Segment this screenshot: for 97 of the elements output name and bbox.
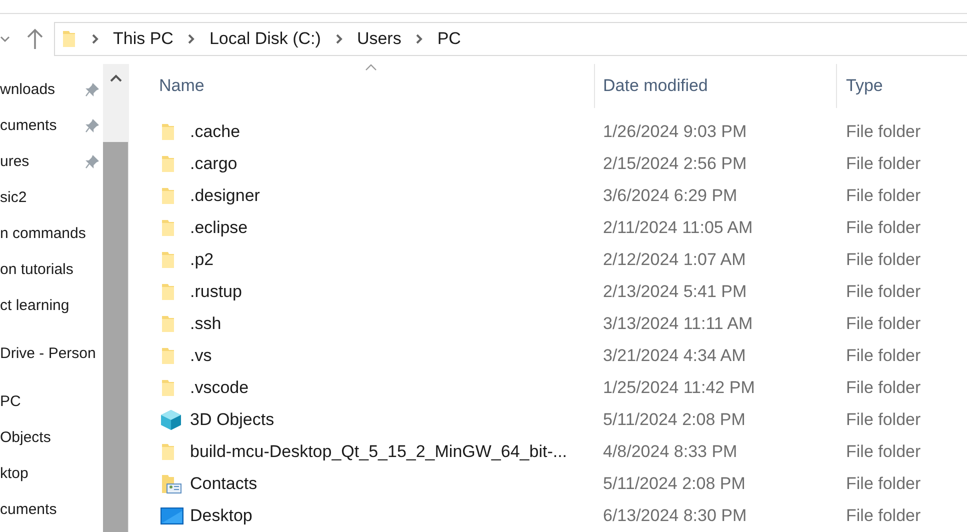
file-row[interactable]: Contacts 5/11/2024 2:08 PM File folder (133, 468, 967, 500)
folder-icon (160, 122, 176, 142)
folder-icon (61, 29, 77, 49)
folder-icon (160, 378, 176, 398)
breadcrumb-item[interactable]: Local Disk (C:) (209, 26, 321, 52)
file-row[interactable]: .eclipse 2/11/2024 11:05 AM File folder (133, 212, 967, 244)
pin-icon (85, 155, 99, 169)
file-name: .cargo (190, 153, 238, 176)
address-bar[interactable]: This PC Local Disk (C:) Users PC (54, 22, 967, 56)
file-row[interactable]: .p2 2/12/2024 1:07 AM File folder (133, 244, 967, 276)
sidebar-item[interactable]: sic2 (0, 186, 27, 210)
file-name: .vs (190, 345, 212, 368)
sidebar-item[interactable]: n commands (0, 222, 86, 246)
file-row[interactable]: 3D Objects 5/11/2024 2:08 PM File folder (133, 404, 967, 436)
folder-icon (160, 250, 176, 270)
desktop-icon (160, 506, 184, 526)
cube-icon (160, 409, 182, 431)
type-cell-text: File folder (845, 409, 921, 432)
file-name: Contacts (190, 473, 258, 496)
folder-icon (160, 186, 176, 206)
date-cell-text: 3/13/2024 11:11 AM (602, 313, 754, 336)
type-cell-text: File folder (845, 313, 921, 336)
sidebar-item[interactable]: PC (0, 390, 21, 414)
sidebar-item[interactable]: cuments (0, 498, 57, 522)
column-header[interactable]: Type (836, 64, 967, 108)
scrollbar-thumb[interactable] (103, 142, 128, 532)
sidebar-item[interactable]: cuments (0, 114, 57, 138)
file-name: .vscode (190, 377, 249, 400)
pin-icon (85, 119, 99, 133)
folder-icon (160, 154, 176, 174)
file-name: Desktop (190, 505, 252, 528)
file-row[interactable]: Desktop 6/13/2024 8:30 PM File folder (133, 500, 967, 532)
sidebar-item[interactable]: ktop (0, 462, 28, 486)
folder-icon (160, 314, 176, 334)
date-cell-text: 2/13/2024 5:41 PM (602, 281, 748, 304)
folder-icon (160, 282, 176, 302)
date-cell-text: 1/26/2024 9:03 PM (602, 121, 748, 144)
scroll-up-icon[interactable] (110, 74, 122, 82)
date-cell-text: 5/11/2024 2:08 PM (602, 409, 746, 432)
type-cell-text: File folder (845, 185, 921, 208)
date-cell-text: 4/8/2024 8:33 PM (602, 441, 738, 464)
sidebar-item[interactable]: ures (0, 150, 30, 174)
type-cell-text: File folder (845, 377, 921, 400)
contacts-folder-icon (160, 473, 182, 495)
date-cell-text: 2/15/2024 2:56 PM (602, 153, 748, 176)
file-row[interactable]: .cargo 2/15/2024 2:56 PM File folder (133, 148, 967, 180)
chevron-right-icon (334, 34, 343, 44)
type-cell-text: File folder (845, 153, 921, 176)
folder-icon (160, 346, 176, 366)
date-cell-text: 2/12/2024 1:07 AM (602, 249, 747, 272)
date-cell-text: 2/11/2024 11:05 AM (602, 217, 754, 240)
file-row[interactable]: .designer 3/6/2024 6:29 PM File folder (133, 180, 967, 212)
breadcrumb-item[interactable]: This PC (113, 26, 174, 52)
up-arrow-icon[interactable] (26, 28, 44, 50)
file-name: .designer (190, 185, 260, 208)
file-name: .cache (190, 121, 240, 144)
file-name: .rustup (190, 281, 242, 304)
file-row[interactable]: .ssh 3/13/2024 11:11 AM File folder (133, 308, 967, 340)
file-name: .p2 (190, 249, 214, 272)
type-cell-text: File folder (845, 281, 921, 304)
date-cell-text: 3/21/2024 4:34 AM (602, 345, 747, 368)
file-name: .eclipse (190, 217, 248, 240)
type-cell-text: File folder (845, 505, 921, 528)
breadcrumb-item[interactable]: Users (356, 26, 402, 52)
chevron-right-icon (187, 34, 196, 44)
pin-icon (85, 83, 99, 97)
sidebar-item[interactable]: Objects (0, 426, 51, 450)
folder-icon (160, 442, 176, 462)
file-row[interactable]: .cache 1/26/2024 9:03 PM File folder (133, 116, 967, 148)
date-cell-text: 3/6/2024 6:29 PM (602, 185, 738, 208)
breadcrumb-item[interactable]: PC (437, 26, 461, 52)
sidebar-item[interactable]: on tutorials (0, 258, 74, 282)
file-row[interactable]: build-mcu-Desktop_Qt_5_15_2_MinGW_64_bit-... 4/8/2024 8:33 PM File folder (133, 436, 967, 468)
sidebar-item[interactable]: wnloads (0, 78, 56, 102)
sidebar-item[interactable]: ct learning (0, 294, 70, 318)
date-cell-text: 1/25/2024 11:42 PM (602, 377, 756, 400)
dropdown-chevron-icon[interactable] (0, 35, 10, 43)
file-row[interactable]: .vs 3/21/2024 4:34 AM File folder (133, 340, 967, 372)
file-row[interactable]: .rustup 2/13/2024 5:41 PM File folder (133, 276, 967, 308)
type-cell-text: File folder (845, 217, 921, 240)
type-cell-text: File folder (845, 441, 921, 464)
folder-icon (160, 218, 176, 238)
date-cell-text: 6/13/2024 8:30 PM (602, 505, 748, 528)
type-cell-text: File folder (845, 121, 921, 144)
chevron-right-icon (415, 34, 424, 44)
file-name: build-mcu-Desktop_Qt_5_15_2_MinGW_64_bit-... (190, 441, 568, 464)
type-cell-text: File folder (845, 473, 921, 496)
date-cell-text: 5/11/2024 2:08 PM (602, 473, 746, 496)
type-cell-text: File folder (845, 249, 921, 272)
file-row[interactable]: .vscode 1/25/2024 11:42 PM File folder (133, 372, 967, 404)
chevron-right-icon (91, 34, 99, 44)
type-cell-text: File folder (845, 345, 921, 368)
column-header[interactable]: Name (133, 64, 594, 108)
column-header[interactable]: Date modified (594, 64, 836, 108)
file-name: 3D Objects (190, 409, 274, 432)
file-name: .ssh (190, 313, 222, 336)
sidebar-item[interactable]: Drive - Person (0, 342, 96, 366)
